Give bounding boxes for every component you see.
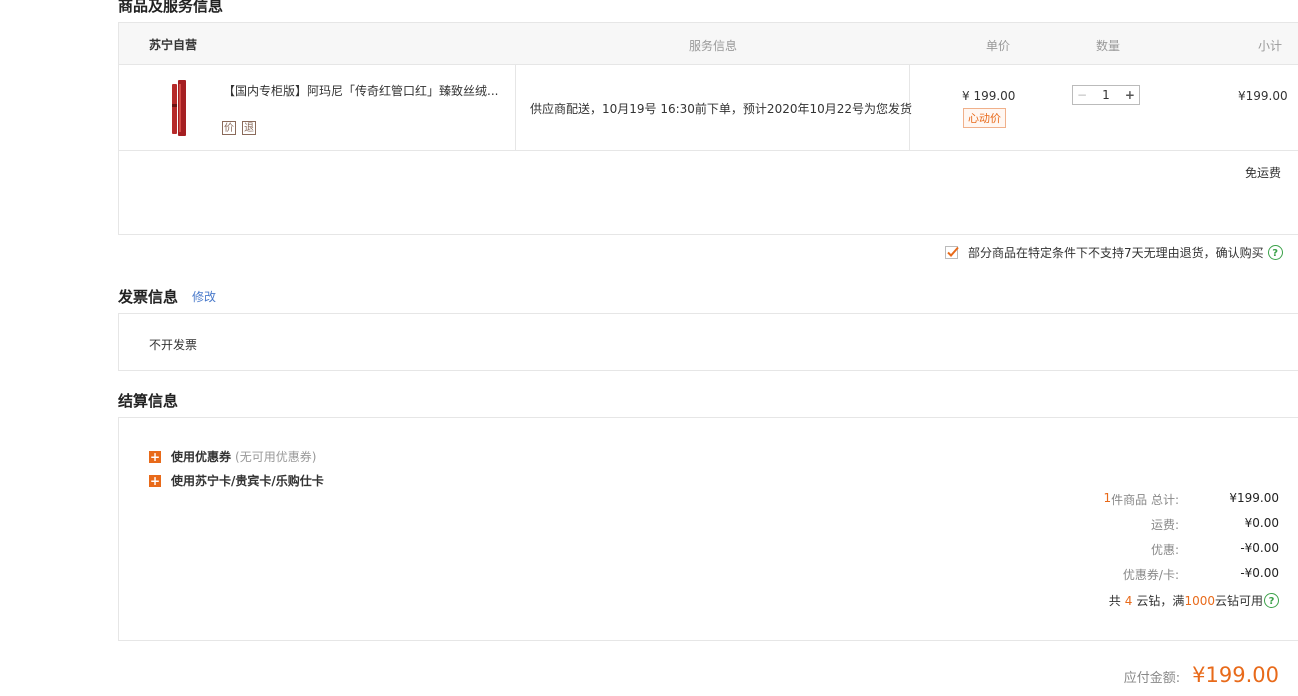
freight-value: ¥0.00 <box>1244 516 1279 530</box>
coupon-note: (无可用优惠券) <box>235 450 317 464</box>
shipping-info: 免运费 <box>1245 166 1282 180</box>
coupon-label[interactable]: 使用优惠券 <box>171 448 231 465</box>
freight-label: 运费: <box>1150 518 1179 532</box>
summary-freight-row: 运费: ¥0.00 <box>979 516 1279 533</box>
qty-plus-button[interactable]: + <box>1125 88 1135 102</box>
diamond-threshold: 1000 <box>1184 593 1215 608</box>
quantity-stepper: − 1 + <box>1072 85 1140 105</box>
product-image[interactable] <box>167 80 191 141</box>
price-protect-icon: 价 <box>222 121 236 135</box>
qty-minus-button[interactable]: − <box>1077 88 1087 102</box>
discount-value: -¥0.00 <box>1240 541 1279 555</box>
payable-label: 应付金额: <box>1123 671 1181 686</box>
header-subtotal: 小计 <box>1258 39 1283 53</box>
expand-card-icon[interactable]: + <box>149 474 161 487</box>
header-unit-price: 单价 <box>986 39 1011 53</box>
invoice-box: 不开发票 <box>118 313 1298 371</box>
item-count: 1 <box>1103 491 1112 505</box>
discount-label: 优惠: <box>1150 543 1179 557</box>
return-notice-text: 部分商品在特定条件下不支持7天无理由退货，确认购买 <box>968 246 1264 260</box>
invoice-edit-link[interactable]: 修改 <box>192 288 216 305</box>
product-row: 【国内专柜版】阿玛尼「传奇红管口红」臻致丝绒... 价退 供应商配送，10月19… <box>119 64 1298 151</box>
header-quantity: 数量 <box>1096 39 1121 53</box>
invoice-value: 不开发票 <box>149 338 198 352</box>
diamond-help-icon[interactable]: ? <box>1264 593 1279 608</box>
settlement-section-title: 结算信息 <box>118 392 179 410</box>
store-name: 苏宁自营 <box>149 38 198 52</box>
expand-coupon-icon[interactable]: + <box>149 450 161 463</box>
unit-price: ¥ 199.00 <box>962 89 1016 103</box>
return-notice: 部分商品在特定条件下不支持7天无理由退货，确认购买 ? <box>945 244 1283 261</box>
product-name[interactable]: 【国内专柜版】阿玛尼「传奇红管口红」臻致丝绒... <box>223 82 503 99</box>
price-tag: 心动价 <box>963 108 1006 128</box>
service-info: 供应商配送，10月19号 16:30前下单，预计2020年10月22号为您发货 <box>530 102 913 116</box>
payable-amount: ¥199.00 <box>1192 663 1279 687</box>
coupon-card-label: 优惠券/卡: <box>1122 568 1179 582</box>
diamond-count: 4 <box>1124 593 1133 608</box>
goods-table: 苏宁自营 服务信息 单价 数量 小计 【国内专柜版】阿玛尼「传奇红管口红」臻致丝… <box>118 22 1298 235</box>
return-icon: 退 <box>242 121 256 135</box>
settlement-box: + 使用优惠券 (无可用优惠券) + 使用苏宁卡/贵宾卡/乐购仕卡 1 件商品 … <box>118 417 1298 641</box>
return-agree-checkbox[interactable] <box>945 246 959 259</box>
invoice-section-title: 发票信息 <box>118 288 179 306</box>
diamond-row: 共 4 云钻，满 1000 云钻可用 ? <box>1109 592 1279 609</box>
diamond-mid: 云钻，满 <box>1136 594 1185 608</box>
qty-value[interactable]: 1 <box>1102 88 1110 102</box>
summary-coupon-card-row: 优惠券/卡: -¥0.00 <box>979 566 1279 583</box>
goods-table-header: 苏宁自营 服务信息 单价 数量 小计 <box>119 23 1298 65</box>
item-subtotal: ¥199.00 <box>1238 89 1288 103</box>
diamond-prefix: 共 <box>1108 594 1121 608</box>
summary-total-row: 1 件商品 总计: ¥199.00 <box>979 491 1280 508</box>
card-label[interactable]: 使用苏宁卡/贵宾卡/乐购仕卡 <box>171 472 324 489</box>
help-icon[interactable]: ? <box>1267 245 1283 260</box>
header-service: 服务信息 <box>689 39 738 53</box>
summary-discount-row: 优惠: -¥0.00 <box>979 541 1279 558</box>
card-row[interactable]: + 使用苏宁卡/贵宾卡/乐购仕卡 <box>149 472 324 489</box>
goods-section-title: 商品及服务信息 <box>118 0 224 15</box>
payable-row: 应付金额: ¥199.00 <box>1124 663 1279 687</box>
coupon-row[interactable]: + 使用优惠券 (无可用优惠券) <box>149 448 316 465</box>
diamond-suffix: 云钻可用 <box>1214 594 1263 608</box>
total-value: ¥199.00 <box>1229 491 1279 505</box>
coupon-card-value: -¥0.00 <box>1240 566 1279 580</box>
total-label: 件商品 总计: <box>1111 493 1179 507</box>
product-badges: 价退 <box>222 120 262 135</box>
